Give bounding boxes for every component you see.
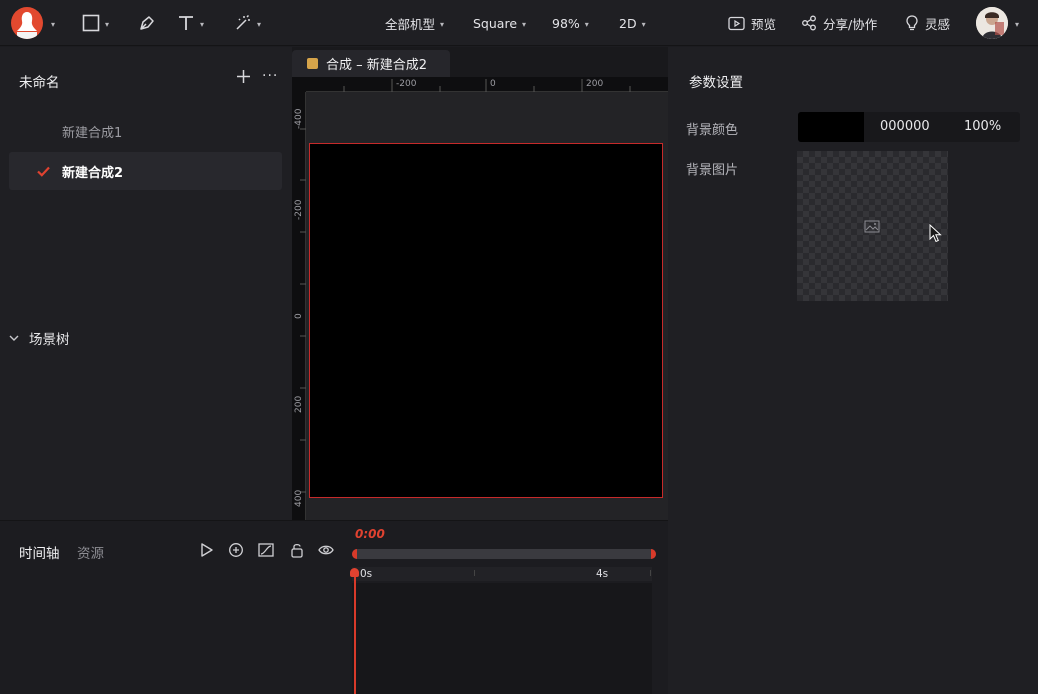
horizontal-ruler[interactable]: -200 0 200 [306,77,668,92]
preview-icon [728,16,745,30]
inspiration-label: 灵感 [925,16,951,32]
text-icon [179,16,193,30]
bg-color-hex-input[interactable]: 000000 [880,119,930,134]
top-toolbar: ▾ ▾ ▾ ▾ 全部机型 ▾ Square ▾ 98% ▾ 2D ▾ 预览 分享… [0,0,1038,46]
preview-button[interactable]: 预览 [728,0,776,46]
more-options-icon[interactable]: ··· [262,68,278,84]
tab-assets[interactable]: 资源 [77,542,104,562]
bg-color-opacity-input[interactable]: 100% [964,119,1001,134]
bg-color-field: 000000 100% [798,112,1020,142]
time-ruler[interactable]: 0s 4s [352,567,652,581]
bg-color-label: 背景颜色 [686,123,739,138]
properties-panel: 参数设置 背景颜色 背景图片 [668,47,1038,694]
vertical-ruler[interactable]: -400 -200 0 200 400 [292,92,306,520]
playhead-line [354,569,356,694]
chevron-down-icon [9,335,19,341]
ruler-label: -200 [294,199,304,220]
project-name[interactable]: 未命名 [19,71,60,91]
pen-icon [140,16,154,30]
ruler-label: 0 [490,79,496,89]
current-time-display: 0:00 [355,527,385,541]
composition-label: 新建合成1 [62,125,123,141]
ruler-label: 200 [294,395,304,413]
canvas-tabbar: 合成 – 新建合成2 [292,47,668,77]
zoom-select[interactable]: 98% ▾ [552,0,589,46]
eye-icon[interactable] [318,542,334,558]
add-composition-button[interactable] [236,69,251,88]
artboard[interactable] [309,143,663,498]
composition-tag-dot [307,58,318,69]
scene-tree-label: 场景树 [29,332,70,348]
scrub-start-handle[interactable] [352,549,357,559]
ruler-label: -400 [294,108,304,129]
bg-image-dropzone[interactable] [797,151,948,301]
plus-icon [237,70,250,83]
checkmark-icon [37,166,50,177]
magic-wand-icon [236,14,250,30]
bg-image-label: 背景图片 [686,163,739,178]
composition-item-2[interactable]: 新建合成2 [9,152,282,190]
tab-timeline[interactable]: 时间轴 [19,542,60,562]
add-keyframe-icon[interactable] [228,542,244,558]
magic-tool[interactable]: ▾ [234,0,261,46]
composition-tab[interactable]: 合成 – 新建合成2 [292,50,450,77]
time-tick [650,570,651,576]
timeline-scrubber[interactable] [352,549,656,559]
account-chevron-icon[interactable]: ▾ [1010,0,1019,46]
properties-title: 参数设置 [689,75,743,91]
shape-tool[interactable]: ▾ [82,0,109,46]
chevron-down-icon: ▾ [522,19,527,29]
inspiration-button[interactable]: 灵感 [905,0,950,46]
time-ruler-label: 4s [596,568,609,580]
rectangle-icon [82,14,100,32]
text-tool[interactable]: ▾ [177,0,204,46]
timeline-panel: 时间轴 资源 0:00 0s 4s [0,520,668,694]
tab-title: 合成 – 新建合成2 [326,58,428,73]
mouse-cursor-icon [929,224,942,243]
mode-label: 2D [619,15,637,31]
time-ruler-label: 0s [360,568,373,580]
chevron-down-icon: ▾ [200,19,205,29]
chevron-down-icon: ▾ [105,19,110,29]
image-placeholder-icon [864,220,880,233]
chevron-down-icon: ▾ [257,19,262,29]
app-logo[interactable] [11,7,43,39]
chevron-down-icon: ▾ [584,19,589,29]
zoom-label: 98% [552,15,580,31]
lightbulb-icon [906,15,918,31]
play-icon[interactable] [199,542,215,558]
ruler-label: 200 [586,79,604,89]
share-label: 分享/协作 [823,16,878,32]
device-select[interactable]: 全部机型 ▾ [385,0,444,46]
logo-menu-chevron-icon[interactable]: ▾ [46,0,55,46]
lock-icon[interactable] [289,542,305,558]
ruler-label: -200 [396,79,417,89]
device-label: 全部机型 [385,16,436,32]
pen-tool[interactable] [138,0,156,46]
timeline-tracks[interactable] [352,583,652,694]
playhead-handle[interactable] [350,568,359,577]
composition-item-1[interactable]: 新建合成1 [9,112,282,150]
composition-label: 新建合成2 [62,165,124,181]
bg-color-swatch[interactable] [798,112,864,142]
ruler-label: 400 [294,489,304,507]
preset-select[interactable]: Square ▾ [473,0,526,46]
scrub-end-handle[interactable] [651,549,656,559]
scene-tree-toggle[interactable]: 场景树 [9,328,70,348]
compositions-panel: 未命名 ··· 新建合成1 新建合成2 场景树 [0,47,292,520]
share-icon [802,15,816,31]
chevron-down-icon: ▾ [440,19,445,29]
chevron-down-icon: ▾ [641,19,646,29]
share-button[interactable]: 分享/协作 [801,0,877,46]
preview-label: 预览 [751,16,777,32]
mode-select[interactable]: 2D ▾ [619,0,646,46]
ruler-label: 0 [294,313,304,319]
user-avatar[interactable] [976,7,1008,39]
preset-label: Square [473,15,518,31]
time-tick [474,570,475,576]
easing-curve-icon[interactable] [258,542,274,558]
ruler-corner [292,77,306,92]
